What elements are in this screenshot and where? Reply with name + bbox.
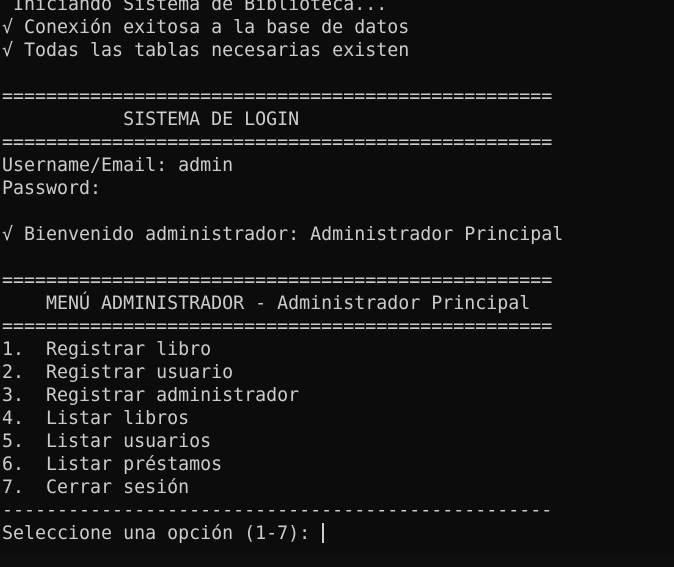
menu-item-registrar-usuario: 2. Registrar usuario (2, 362, 234, 383)
login-separator-bottom: ========================================… (2, 132, 553, 153)
login-separator-top: ========================================… (2, 86, 553, 107)
menu-item-cerrar-sesion: 7. Cerrar sesión (2, 477, 190, 498)
menu-item-listar-prestamos: 6. Listar préstamos (2, 454, 223, 475)
login-title: SISTEMA DE LOGIN (2, 109, 300, 130)
text-cursor[interactable] (322, 523, 325, 543)
menu-item-registrar-administrador: 3. Registrar administrador (2, 385, 300, 406)
startup-line-tables: √ Todas las tablas necesarias existen (2, 40, 410, 61)
input-line[interactable]: Seleccione una opción (1-7): (2, 522, 563, 545)
menu-divider: ----------------------------------------… (2, 500, 553, 521)
menu-separator-top: ========================================… (2, 270, 553, 291)
welcome-message: √ Bienvenido administrador: Administrado… (2, 224, 564, 245)
terminal-bottom-edge (0, 553, 674, 560)
username-prompt: Username/Email: admin (2, 155, 234, 176)
startup-line-db-connection: √ Conexión exitosa a la base de datos (2, 17, 410, 38)
input-prompt: Seleccione una opción (1-7): (2, 523, 322, 544)
menu-item-listar-libros: 4. Listar libros (2, 408, 190, 429)
terminal-window[interactable]: Iniciando Sistema de Biblioteca... √ Con… (0, 0, 674, 567)
menu-separator-bottom: ========================================… (2, 316, 553, 337)
startup-line-loading: Iniciando Sistema de Biblioteca... (2, 0, 388, 15)
password-prompt: Password: (2, 178, 102, 199)
menu-item-registrar-libro: 1. Registrar libro (2, 339, 212, 360)
terminal-output: Iniciando Sistema de Biblioteca... √ Con… (2, 0, 563, 545)
menu-item-listar-usuarios: 5. Listar usuarios (2, 431, 212, 452)
menu-title: MENÚ ADMINISTRADOR - Administrador Princ… (2, 293, 531, 314)
